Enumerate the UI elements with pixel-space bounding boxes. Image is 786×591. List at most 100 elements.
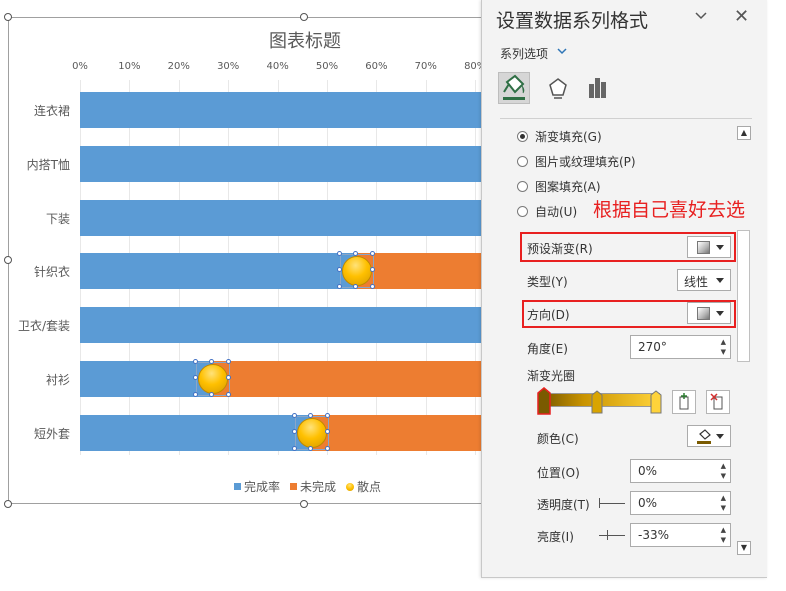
spin-down-icon[interactable]: ▼ (721, 505, 726, 512)
paint-bucket-icon (697, 429, 711, 444)
x-tick-label: 40% (266, 61, 289, 72)
transparency-slider[interactable] (599, 503, 625, 504)
bar-complete[interactable] (80, 92, 481, 128)
selection-handle[interactable] (292, 428, 298, 434)
legend-label: 完成率 (244, 480, 281, 494)
x-tick-label: 20% (167, 61, 190, 72)
add-stop-icon (679, 393, 689, 410)
paint-bucket-icon (503, 74, 525, 100)
y-category-label: 衬衫 (45, 373, 70, 387)
series-options-dropdown[interactable]: 系列选项 (500, 45, 548, 62)
y-category-label: 连衣裙 (33, 104, 70, 118)
color-picker-dropdown[interactable] (687, 425, 731, 447)
gradient-stop-3[interactable] (650, 390, 662, 416)
angle-spinner[interactable]: 270° ▲ ▼ (630, 335, 731, 359)
gradient-stop-1[interactable] (537, 387, 551, 417)
radio-label: 图案填充(A) (535, 180, 601, 194)
radio-label: 自动(U) (535, 205, 578, 219)
direction-dropdown[interactable] (687, 302, 731, 324)
bar-chart-options-icon[interactable] (582, 72, 614, 104)
chevron-down-icon[interactable] (557, 46, 567, 56)
selection-handle[interactable] (308, 445, 314, 451)
selection-handle[interactable] (325, 412, 331, 418)
bar-complete[interactable] (80, 253, 357, 290)
direction-label: 方向(D) (527, 308, 570, 322)
selection-handle[interactable] (308, 412, 314, 418)
angle-value: 270° (638, 340, 667, 354)
y-category-label: 下装 (45, 211, 70, 226)
type-value: 线性 (684, 275, 709, 289)
dropdown-arrow-icon (716, 278, 724, 283)
brightness-slider[interactable] (599, 535, 625, 536)
x-tick-label: 0% (72, 61, 88, 72)
scroll-up-button[interactable]: ▲ (737, 126, 751, 140)
fill-line-tab[interactable] (498, 72, 530, 104)
spin-down-icon[interactable]: ▼ (721, 537, 726, 544)
radio-automatic[interactable]: 自动(U) (517, 203, 577, 220)
scroll-down-button[interactable]: ▼ (737, 541, 751, 555)
remove-gradient-stop-button[interactable] (706, 390, 730, 414)
x-tick-label: 10% (118, 61, 141, 72)
radio-gradient-fill[interactable]: 渐变填充(G) (517, 128, 602, 145)
pentagon-effects-icon[interactable] (542, 72, 574, 104)
legend-swatch-blue (234, 483, 241, 490)
bar-complete[interactable] (80, 199, 481, 236)
chevron-down-icon[interactable] (693, 8, 709, 24)
bar-complete[interactable] (80, 145, 481, 182)
gradient-stop-2[interactable] (591, 390, 603, 416)
spin-down-icon[interactable]: ▼ (721, 473, 726, 480)
radio-button[interactable] (517, 131, 528, 142)
slider-thumb[interactable] (607, 530, 608, 540)
scatter-point[interactable] (336, 251, 375, 290)
scatter-point[interactable] (292, 412, 331, 451)
selection-handle[interactable] (292, 412, 298, 418)
radio-button[interactable] (517, 206, 528, 217)
x-tick-label: 60% (365, 61, 388, 72)
close-icon[interactable]: ✕ (734, 6, 749, 27)
radio-picture-fill[interactable]: 图片或纹理填充(P) (517, 153, 636, 170)
spin-up-icon[interactable]: ▲ (721, 527, 726, 534)
spin-up-icon[interactable]: ▲ (721, 495, 726, 502)
y-category-label: 针织衣 (33, 265, 70, 280)
divider (500, 118, 752, 119)
bar-incomplete[interactable] (356, 253, 481, 290)
legend-label: 散点 (357, 480, 382, 494)
preset-gradient-dropdown[interactable] (687, 236, 731, 258)
legend-swatch-orange (290, 483, 297, 490)
bar-incomplete[interactable] (312, 414, 481, 451)
legend-swatch-gold (346, 482, 354, 491)
scrollbar-thumb[interactable] (737, 230, 750, 362)
legend-item-complete[interactable]: 完成率 (234, 478, 280, 495)
position-spinner[interactable]: 0% ▲ ▼ (630, 459, 731, 483)
annotation-text: 根据自己喜好去选 (593, 199, 746, 221)
remove-stop-icon (710, 393, 723, 410)
radio-button[interactable] (517, 181, 528, 192)
type-dropdown[interactable]: 线性 (677, 269, 731, 291)
brightness-label: 亮度(I) (537, 530, 574, 544)
spin-down-icon[interactable]: ▼ (721, 349, 726, 356)
radio-pattern-fill[interactable]: 图案填充(A) (517, 178, 601, 195)
gold-circle-marker (341, 256, 372, 287)
bar-incomplete[interactable] (213, 361, 481, 397)
bar-complete[interactable] (80, 307, 481, 344)
selection-handle[interactable] (292, 445, 298, 451)
spin-up-icon[interactable]: ▲ (721, 463, 726, 470)
add-gradient-stop-button[interactable] (672, 390, 696, 414)
selection-handle[interactable] (325, 428, 331, 434)
pane-title: 设置数据系列格式 (496, 10, 649, 32)
selection-handle[interactable] (325, 445, 331, 451)
bar-complete[interactable] (80, 414, 313, 451)
type-label: 类型(Y) (527, 275, 568, 289)
legend-item-scatter[interactable]: 散点 (346, 478, 381, 495)
radio-button[interactable] (517, 156, 528, 167)
brightness-spinner[interactable]: -33% ▲ ▼ (630, 523, 731, 547)
dropdown-arrow-icon (716, 434, 724, 439)
plot-area: 0% 10% 20% 30% 40% 50% 60% 70% 80% 连衣裙 内搭T恤 下装 针织衣 卫衣… (0, 0, 486, 591)
slider-thumb[interactable] (599, 498, 600, 508)
legend-item-incomplete[interactable]: 未完成 (290, 478, 336, 495)
transparency-label: 透明度(T) (537, 498, 590, 512)
scatter-point[interactable] (193, 359, 232, 397)
preset-gradient-label: 预设渐变(R) (527, 242, 593, 256)
spin-up-icon[interactable]: ▲ (721, 339, 726, 346)
transparency-spinner[interactable]: 0% ▲ ▼ (630, 491, 731, 515)
